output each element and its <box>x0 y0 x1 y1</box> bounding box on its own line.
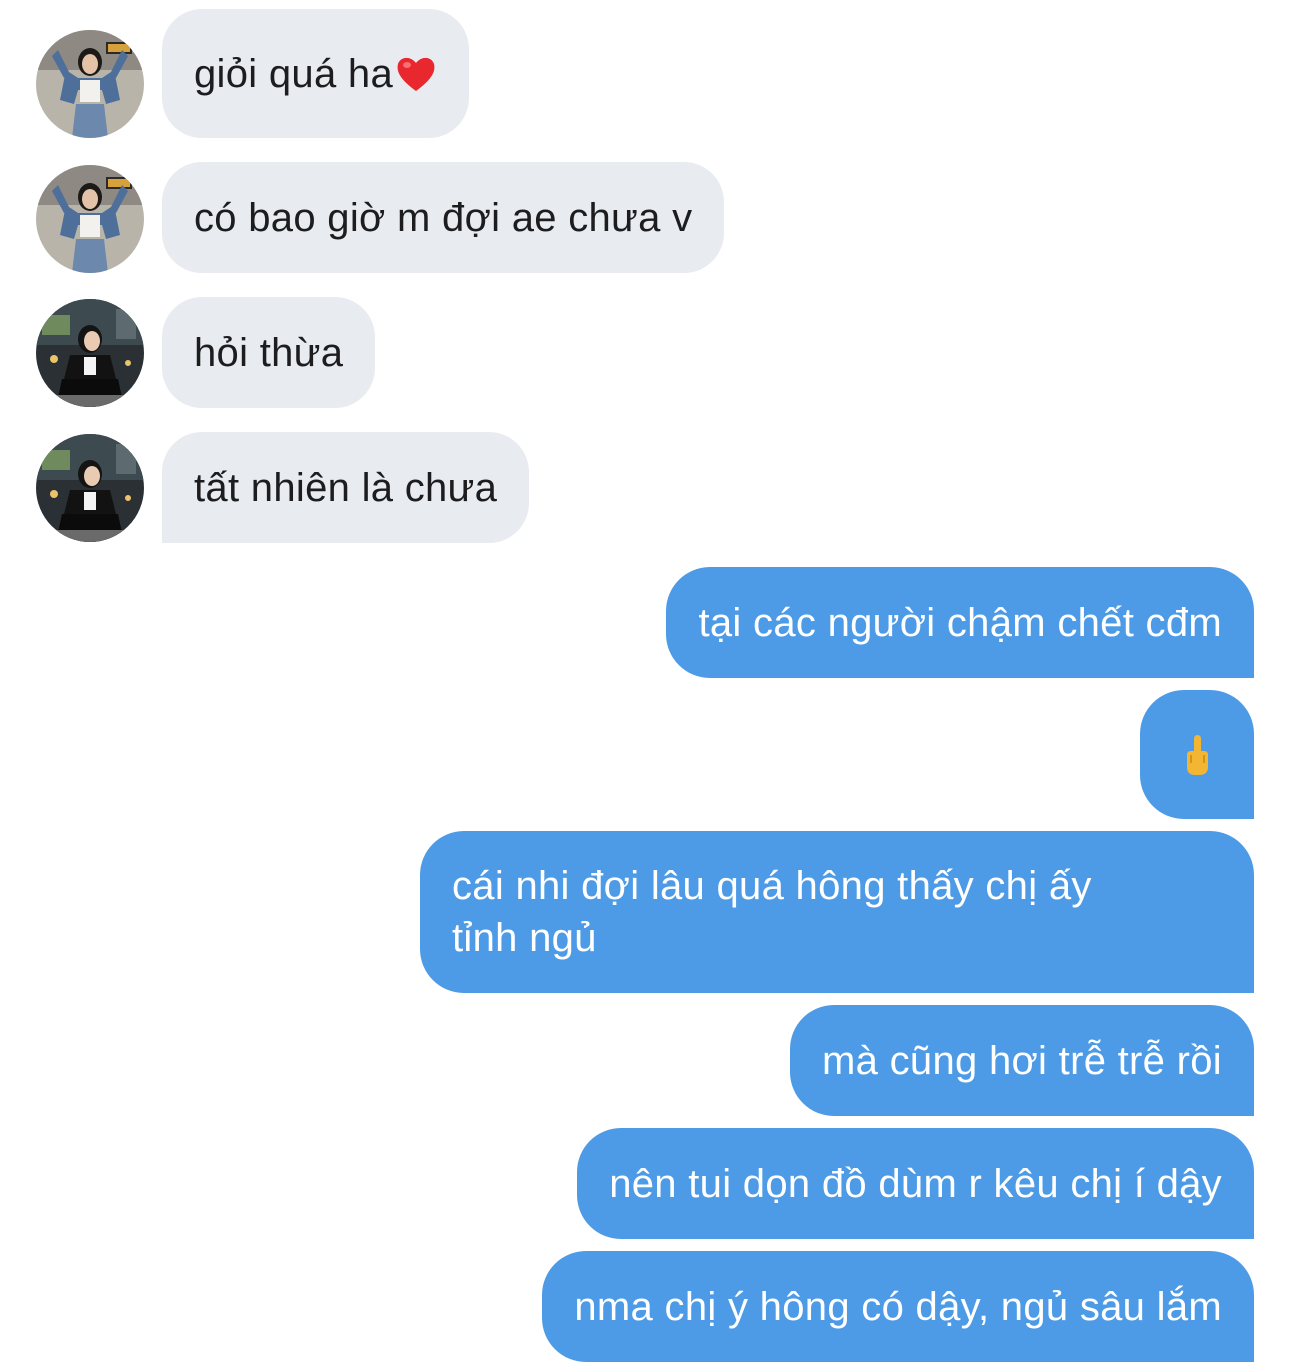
outgoing-message-bubble[interactable] <box>1140 690 1254 819</box>
incoming-message-bubble[interactable]: có bao giờ m đợi ae chưa v <box>162 162 725 273</box>
message-text: giỏi quá ha <box>194 51 394 96</box>
message-text: có bao giờ m đợi ae chưa v <box>194 195 693 240</box>
outgoing-message-bubble[interactable]: tại các người chậm chết cđm <box>666 567 1254 678</box>
incoming-message-bubble[interactable]: tất nhiên là chưa <box>162 432 530 543</box>
avatar-denim-girl-image <box>36 30 144 138</box>
outgoing-message-bubble[interactable]: cái nhi đợi lâu quá hông thấy chị ấy tỉn… <box>420 831 1254 993</box>
sender-avatar[interactable] <box>36 30 144 138</box>
message-text-line: tỉnh ngủ <box>452 916 597 960</box>
outgoing-message-bubble[interactable]: nma chị ý hông có dậy, ngủ sâu lắm <box>542 1251 1254 1362</box>
avatar-night-girl-image <box>36 434 144 542</box>
outgoing-message-bubble[interactable]: mà cũng hơi trễ trễ rồi <box>790 1005 1254 1116</box>
message-text: mà cũng hơi trễ trễ rồi <box>822 1038 1222 1083</box>
sender-avatar[interactable] <box>36 165 144 273</box>
incoming-message-bubble[interactable]: giỏi quá ha <box>162 9 470 138</box>
avatar-denim-girl-image <box>36 165 144 273</box>
middle-finger-icon <box>1187 734 1208 775</box>
message-text: tất nhiên là chưa <box>194 465 498 510</box>
message-text: tại các người chậm chết cđm <box>698 600 1222 645</box>
heart-icon <box>397 57 435 91</box>
message-text-line: cái nhi đợi lâu quá hông thấy chị ấy <box>452 864 1092 908</box>
message-text: nên tui dọn đồ dùm r kêu chị í dậy <box>609 1161 1222 1206</box>
outgoing-message-bubble[interactable]: nên tui dọn đồ dùm r kêu chị í dậy <box>577 1128 1254 1239</box>
incoming-message-bubble[interactable]: hỏi thừa <box>162 297 376 408</box>
sender-avatar[interactable] <box>36 299 144 407</box>
sender-avatar[interactable] <box>36 434 144 542</box>
message-text: nma chị ý hông có dậy, ngủ sâu lắm <box>574 1284 1222 1329</box>
avatar-night-girl-image <box>36 299 144 407</box>
message-text: hỏi thừa <box>194 330 344 375</box>
